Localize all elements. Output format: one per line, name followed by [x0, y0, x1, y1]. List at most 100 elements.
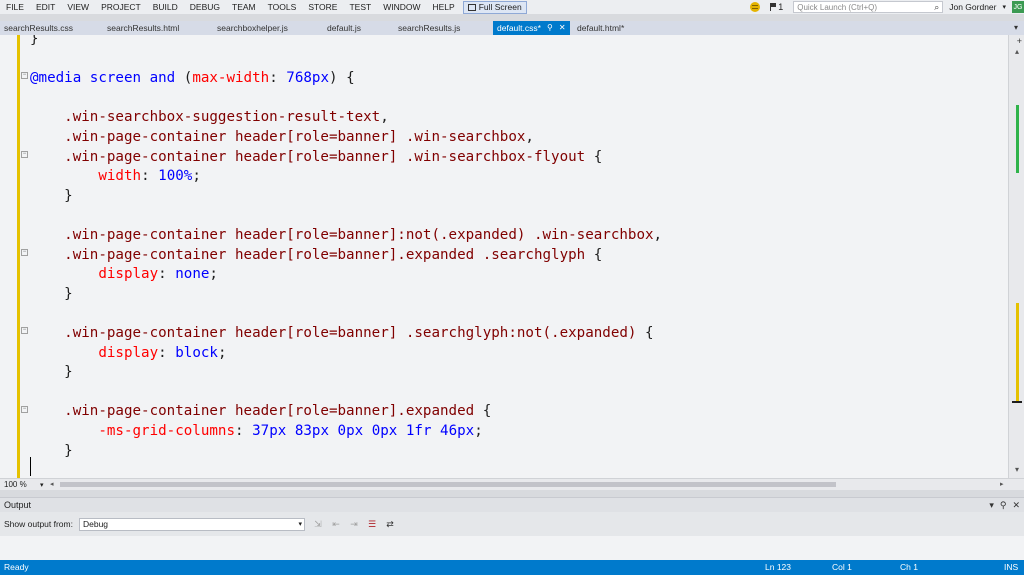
fullscreen-icon — [467, 3, 476, 11]
title-bar-right: 1 Quick Launch (Ctrl+Q) ⌕ Jon Gordner ▾ … — [750, 0, 1024, 14]
tab-default-js[interactable]: default.js — [327, 21, 361, 35]
column-number: Col 1 — [832, 562, 852, 572]
status-bar: Ready Ln 123 Col 1 Ch 1 INS — [0, 560, 1024, 575]
chevron-down-icon[interactable]: ▾ — [1002, 3, 1006, 11]
menu-help[interactable]: HELP — [426, 0, 460, 14]
panel-controls: ▾ ⚲ ✕ — [989, 498, 1020, 512]
fold-toggle-icon[interactable]: − — [21, 406, 28, 413]
notifications-button[interactable]: 1 — [770, 2, 783, 12]
close-icon[interactable]: ✕ — [1012, 498, 1020, 512]
user-name[interactable]: Jon Gordner — [949, 2, 996, 12]
code-line: .win-page-container header[role=banner] … — [64, 129, 534, 145]
chevron-down-icon[interactable]: ▾ — [40, 481, 44, 489]
output-source-select[interactable]: Debug ▾ — [78, 517, 305, 531]
code-line: .win-page-container header[role=banner].… — [64, 246, 603, 263]
output-text-area[interactable] — [0, 536, 1024, 561]
scroll-position-marker — [1012, 401, 1022, 403]
line-number: Ln 123 — [765, 562, 791, 572]
menu-project[interactable]: PROJECT — [95, 0, 147, 14]
quick-launch-placeholder: Quick Launch (Ctrl+Q) — [797, 2, 878, 12]
quick-launch-input[interactable]: Quick Launch (Ctrl+Q) ⌕ — [793, 1, 944, 13]
avatar[interactable]: JG — [1012, 1, 1024, 13]
code-line: .win-page-container header[role=banner] … — [64, 148, 603, 165]
tab-default-css[interactable]: default.css* ⚲ ✕ — [493, 21, 570, 35]
split-window-icon[interactable]: + — [1017, 36, 1022, 46]
code-line: @media screen and (max-width: 768px) { — [30, 70, 355, 87]
find-message-icon[interactable]: ⇲ — [313, 519, 323, 529]
previous-message-icon[interactable]: ⇤ — [331, 519, 341, 529]
menu-team[interactable]: TEAM — [226, 0, 262, 14]
chevron-down-icon: ▾ — [298, 520, 302, 528]
output-title: Output — [4, 500, 32, 510]
word-wrap-icon[interactable]: ⇄ — [385, 519, 395, 529]
char-number: Ch 1 — [900, 562, 918, 572]
document-tab-strip: searchResults.css searchResults.html sea… — [0, 21, 1024, 35]
scroll-up-icon[interactable]: ▴ — [1009, 47, 1024, 56]
code-line: display: block; — [98, 344, 227, 361]
fold-toggle-icon[interactable]: − — [21, 249, 28, 256]
change-margin — [17, 35, 20, 478]
code-line: } — [30, 35, 39, 47]
text-caret — [30, 457, 31, 476]
horizontal-scroll-thumb[interactable] — [60, 482, 836, 487]
tab-searchresults-js[interactable]: searchResults.js — [398, 21, 460, 35]
tab-dropdown-icon[interactable]: ▾ — [1014, 21, 1018, 35]
menu-build[interactable]: BUILD — [147, 0, 184, 14]
output-toolbar: Show output from: Debug ▾ ⇲ ⇤ ⇥ ☰ ⇄ — [0, 516, 1024, 532]
code-line: .win-page-container header[role=banner]:… — [64, 227, 663, 243]
fold-toggle-icon[interactable]: − — [21, 151, 28, 158]
menu-debug[interactable]: DEBUG — [184, 0, 226, 14]
scroll-down-icon[interactable]: ▾ — [1009, 465, 1024, 474]
code-line: } — [64, 364, 73, 381]
output-source-value: Debug — [82, 518, 109, 529]
tab-searchresults-html[interactable]: searchResults.html — [107, 21, 179, 35]
tab-searchresults-css[interactable]: searchResults.css — [4, 21, 73, 35]
code-line: .win-page-container header[role=banner].… — [64, 403, 492, 420]
horizontal-scrollbar[interactable] — [56, 482, 996, 488]
code-line: .win-page-container header[role=banner] … — [64, 325, 654, 341]
menu-file[interactable]: FILE — [0, 0, 30, 14]
menu-edit[interactable]: EDIT — [30, 0, 61, 14]
feedback-smiley-icon[interactable] — [750, 2, 761, 12]
menu-view[interactable]: VIEW — [61, 0, 95, 14]
vertical-scrollbar[interactable]: + ▴ ▾ — [1008, 35, 1024, 478]
tab-searchboxhelper-js[interactable]: searchboxhelper.js — [217, 21, 288, 35]
output-panel: Output ▾ ⚲ ✕ Show output from: Debug ▾ ⇲… — [0, 497, 1024, 561]
tab-label: default.css* — [497, 23, 541, 33]
saved-change-marker — [1016, 105, 1019, 173]
close-icon[interactable]: ✕ — [559, 21, 566, 35]
chevron-down-icon[interactable]: ▾ — [989, 498, 994, 512]
fullscreen-label: Full Screen — [478, 2, 522, 12]
fold-toggle-icon[interactable]: − — [21, 72, 28, 79]
fullscreen-button[interactable]: Full Screen — [462, 0, 527, 14]
notifications-count: 1 — [778, 2, 784, 12]
code-line: } — [64, 187, 73, 204]
zoom-level[interactable]: 100 % — [0, 480, 40, 489]
flag-icon — [770, 3, 777, 11]
menu-tools[interactable]: TOOLS — [262, 0, 303, 14]
insert-mode: INS — [1004, 562, 1019, 572]
menu-bar: FILE EDIT VIEW PROJECT BUILD DEBUG TEAM … — [0, 0, 1024, 14]
scroll-right-icon[interactable]: ▸ — [1000, 480, 1004, 488]
unsaved-change-marker — [1016, 303, 1019, 401]
scroll-left-icon[interactable]: ◂ — [50, 480, 54, 488]
code-line: .win-searchbox-suggestion-result-text, — [64, 109, 389, 126]
editor-bottom-bar: 100 % ▾ ◂ ▸ — [0, 478, 1024, 490]
menu-window[interactable]: WINDOW — [377, 0, 426, 14]
show-output-label: Show output from: — [4, 519, 73, 529]
status-text: Ready — [4, 562, 29, 572]
fold-toggle-icon[interactable]: − — [21, 327, 28, 334]
code-editor[interactable]: − − − − − } @media screen and (max-width:… — [0, 35, 1024, 478]
menu-test[interactable]: TEST — [343, 0, 377, 14]
code-line: width: 100%; — [98, 168, 201, 185]
pin-icon[interactable]: ⚲ — [1000, 498, 1007, 512]
code-line: } — [64, 442, 73, 459]
menu-store[interactable]: STORE — [302, 0, 343, 14]
search-icon: ⌕ — [934, 1, 940, 12]
clear-all-icon[interactable]: ☰ — [367, 519, 377, 529]
code-line: -ms-grid-columns: 37px 83px 0px 0px 1fr … — [98, 423, 483, 439]
code-line: display: none; — [98, 266, 218, 283]
pin-icon[interactable]: ⚲ — [547, 21, 553, 35]
next-message-icon[interactable]: ⇥ — [349, 519, 359, 529]
tab-default-html[interactable]: default.html* — [577, 21, 624, 35]
